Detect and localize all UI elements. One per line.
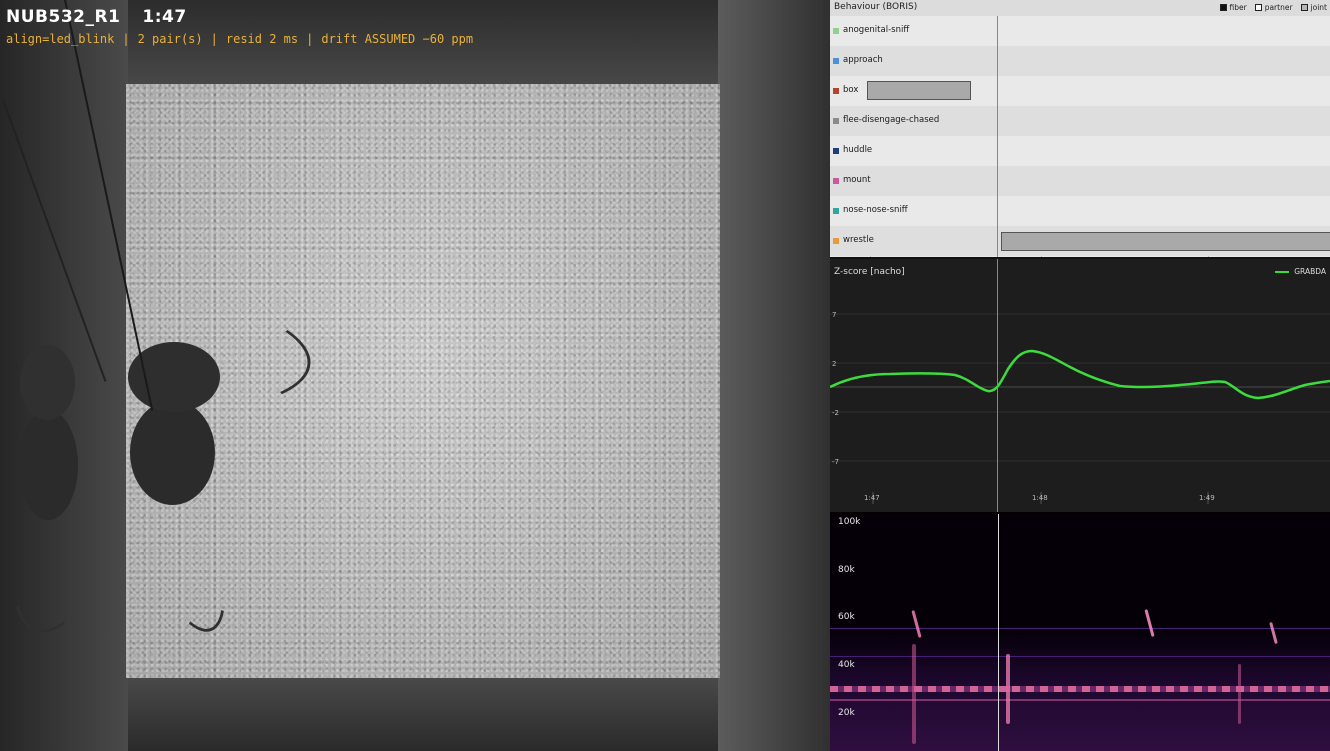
- legend-fiber-swatch: [1219, 4, 1227, 11]
- row-color-dot: [833, 148, 839, 154]
- zscore-panel[interactable]: 7 2 -2 -7 1:47 1:48 1:49 Z-score [nacho]…: [830, 257, 1330, 512]
- align-drift: drift ASSUMED −60 ppm: [321, 32, 474, 46]
- row-label: approach: [843, 55, 883, 65]
- legend-joint-swatch: [1300, 4, 1308, 11]
- spectro-line-58k: [830, 628, 1330, 629]
- zscore-plot: 7 2 -2 -7 1:47 1:48 1:49: [830, 311, 1330, 504]
- row-label: wrestle: [843, 235, 874, 245]
- row-label: nose-nose-sniff: [843, 205, 908, 215]
- xtick-label: 1:47: [864, 494, 880, 502]
- behaviour-row-huddle[interactable]: huddle: [830, 136, 1330, 166]
- align-residual: resid 2 ms: [225, 32, 299, 46]
- ytick-label: -7: [832, 458, 839, 466]
- behaviour-row-flee-disengage-chased[interactable]: flee-disengage-chased: [830, 106, 1330, 136]
- zscore-gridlines: [830, 313, 1330, 462]
- zscore-playhead[interactable]: [997, 259, 998, 512]
- row-label: flee-disengage-chased: [843, 115, 940, 125]
- row-color-dot: [833, 208, 839, 214]
- legend-fiber: fiber: [1219, 3, 1247, 12]
- row-label: huddle: [843, 145, 873, 155]
- behaviour-bout-wrestle[interactable]: [1001, 232, 1330, 251]
- spectrogram-panel[interactable]: 100k 80k 60k 40k 20k: [830, 512, 1330, 751]
- spectro-ytick-20k: 20k: [838, 708, 855, 718]
- behaviour-row-approach[interactable]: approach: [830, 46, 1330, 76]
- playhead-cursor[interactable]: [997, 16, 998, 257]
- spectro-call: [1006, 654, 1010, 724]
- spectro-ytick-60k: 60k: [838, 612, 855, 622]
- video-panel[interactable]: NUB532_R1 1:47 align=led_blink | 2 pair(s) |…: [0, 0, 830, 751]
- legend-partner: partner: [1254, 3, 1293, 12]
- behaviour-header: Behaviour (BORIS) fiber partner joint: [830, 0, 1330, 17]
- row-color-dot: [833, 88, 839, 94]
- behaviour-panel[interactable]: Behaviour (BORIS) fiber partner joint an…: [830, 0, 1330, 257]
- row-color-dot: [833, 28, 839, 34]
- behaviour-row-wrestle[interactable]: wrestle: [830, 226, 1330, 256]
- ytick-label: 2: [832, 360, 836, 368]
- legend-line-grabda: [1275, 270, 1290, 273]
- row-color-dot: [833, 58, 839, 64]
- xtick-label: 1:48: [1032, 494, 1048, 502]
- behaviour-row-mount[interactable]: mount: [830, 166, 1330, 196]
- behaviour-bout-box[interactable]: [867, 81, 971, 100]
- row-label: anogenital-sniff: [843, 25, 910, 35]
- legend-joint: joint: [1300, 3, 1327, 12]
- behaviour-title: Behaviour (BORIS): [834, 2, 918, 12]
- row-label: mount: [843, 175, 871, 185]
- behaviour-row-box[interactable]: box: [830, 76, 1330, 106]
- hud-session-title: NUB532_R1 1:47: [6, 7, 187, 27]
- zscore-legend: GRABDA: [1275, 267, 1326, 276]
- ytick-label: 7: [832, 311, 836, 319]
- behaviour-row-anogenital-sniff[interactable]: anogenital-sniff: [830, 16, 1330, 46]
- row-label: box: [843, 85, 859, 95]
- spectro-line-42k: [830, 656, 1330, 657]
- legend-joint-label: joint: [1310, 3, 1327, 12]
- session-id: NUB532_R1: [6, 7, 121, 27]
- align-pairs: 2 pair(s): [137, 32, 203, 46]
- zscore-series-grabda[interactable]: [830, 349, 1330, 400]
- spectro-main-band: [830, 686, 1330, 692]
- zscore-title: Z-score [nacho]: [834, 267, 905, 277]
- legend-label-grabda: GRABDA: [1294, 267, 1326, 276]
- behaviour-row-nose-nose-sniff[interactable]: nose-nose-sniff: [830, 196, 1330, 226]
- legend-partner-label: partner: [1264, 3, 1293, 12]
- spectro-call: [912, 644, 916, 744]
- legend-fiber-label: fiber: [1229, 3, 1247, 12]
- legend-partner-swatch: [1254, 4, 1262, 11]
- spectro-call: [1238, 664, 1241, 724]
- arena-wall-right: [718, 0, 830, 751]
- spectro-ytick-80k: 80k: [838, 565, 855, 575]
- spectro-ytick-100k: 100k: [838, 517, 861, 527]
- xtick-label: 1:49: [1199, 494, 1215, 502]
- spectro-ytick-40k: 40k: [838, 660, 855, 670]
- spectro-sub-band: [830, 699, 1330, 701]
- behaviour-legend: fiber partner joint: [1219, 3, 1327, 12]
- hud-alignment-info: align=led_blink | 2 pair(s) | resid 2 ms | dri…: [6, 32, 474, 46]
- row-color-dot: [833, 178, 839, 184]
- video-timestamp: 1:47: [142, 7, 187, 27]
- ytick-label: -2: [832, 409, 839, 417]
- row-color-dot: [833, 238, 839, 244]
- align-method: align=led_blink: [6, 32, 115, 46]
- spectrogram-playhead[interactable]: [998, 514, 999, 751]
- row-color-dot: [833, 118, 839, 124]
